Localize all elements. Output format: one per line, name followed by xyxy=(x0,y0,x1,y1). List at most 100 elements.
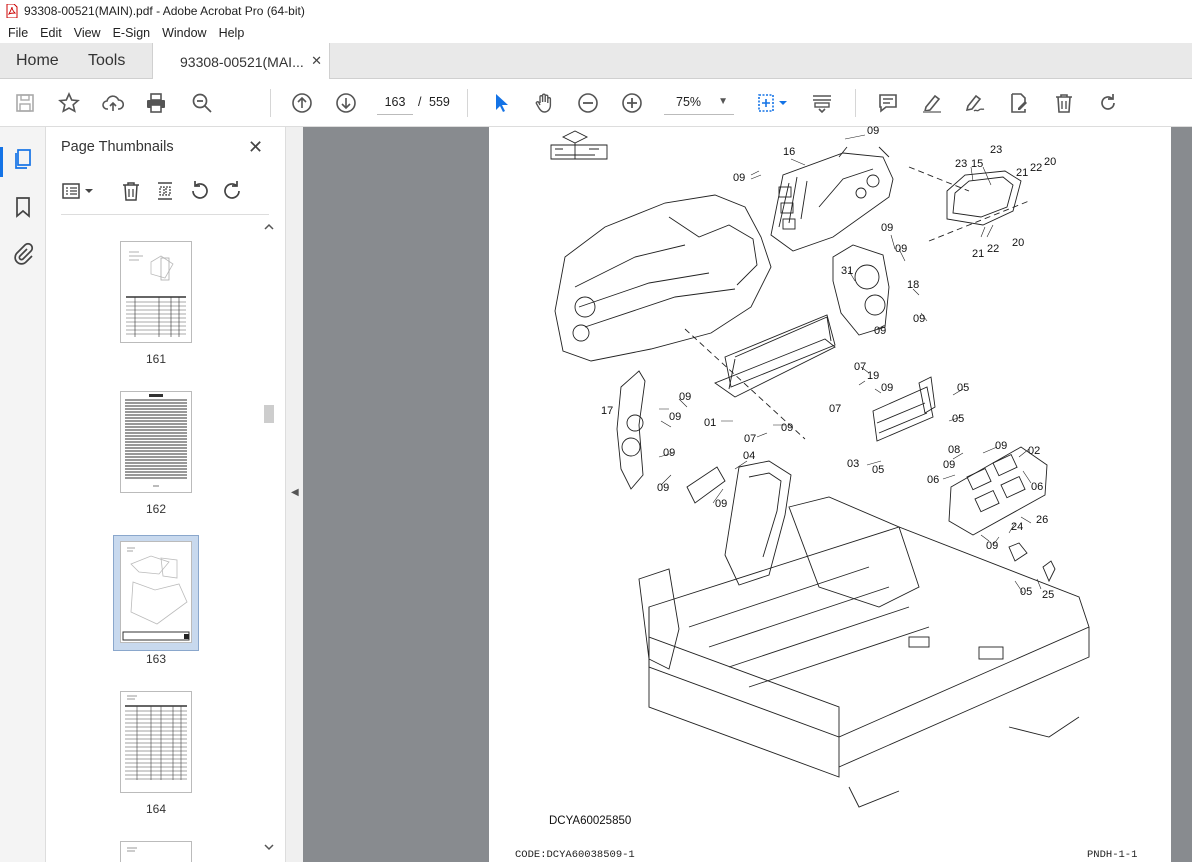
title-bar: 93308-00521(MAIN).pdf - Adobe Acrobat Pr… xyxy=(0,0,1192,22)
page-separator: / xyxy=(418,95,422,109)
panel-title: Page Thumbnails xyxy=(61,139,174,155)
scrollbar-thumb[interactable] xyxy=(264,405,274,423)
rotate-right-icon[interactable] xyxy=(221,179,245,203)
tab-document[interactable]: 93308-00521(MAI... ✕ xyxy=(152,43,330,80)
tab-tools[interactable]: Tools xyxy=(88,43,125,79)
callout-label: 09 xyxy=(995,440,1008,452)
print-icon[interactable] xyxy=(144,91,168,115)
menu-esign[interactable]: E-Sign xyxy=(107,26,157,40)
callout-label: 19 xyxy=(867,370,880,382)
callout-label: 05 xyxy=(957,382,970,394)
callout-label: 23 xyxy=(990,144,1003,156)
zoom-in-icon[interactable] xyxy=(620,91,644,115)
callout-label: 09 xyxy=(657,482,670,494)
hand-tool-icon[interactable] xyxy=(532,91,556,115)
options-menu-icon[interactable] xyxy=(61,179,95,203)
callout-label: 24 xyxy=(1011,521,1024,533)
thumbnails-scrollbar[interactable] xyxy=(262,221,276,857)
callout-label: 09 xyxy=(867,125,880,137)
bookmark-icon[interactable] xyxy=(11,195,35,219)
next-page-icon[interactable] xyxy=(334,91,358,115)
zoom-level-value: 75% xyxy=(676,95,702,109)
fit-page-icon[interactable] xyxy=(756,91,790,115)
window-title: 93308-00521(MAIN).pdf - Adobe Acrobat Pr… xyxy=(24,4,305,18)
drawing-code: DCYA60025850 xyxy=(549,815,632,827)
close-tab-icon[interactable]: ✕ xyxy=(311,53,322,69)
thumbnail-label: 164 xyxy=(145,802,167,816)
page-thumbnail[interactable] xyxy=(120,691,192,793)
thumbnail-preview xyxy=(122,547,190,641)
callout-label: 03 xyxy=(847,458,860,470)
callout-label: 16 xyxy=(783,146,796,158)
callout-label: 05 xyxy=(952,413,965,425)
scroll-up-icon[interactable] xyxy=(263,221,275,233)
page-thumbnail[interactable] xyxy=(120,391,192,493)
zoom-out-icon[interactable] xyxy=(576,91,600,115)
page-footer-number: PNDH-1-1 xyxy=(1087,849,1138,861)
callout-label: 09 xyxy=(986,540,999,552)
delete-page-icon[interactable] xyxy=(119,179,143,203)
callout-label: 02 xyxy=(1028,445,1041,457)
rotate-left-icon[interactable] xyxy=(187,179,211,203)
callout-label: 20 xyxy=(1044,156,1057,168)
page-thumbnail[interactable] xyxy=(120,841,192,862)
save-icon[interactable] xyxy=(13,91,37,115)
edit-pdf-icon[interactable] xyxy=(1007,91,1031,115)
menu-help[interactable]: Help xyxy=(213,26,251,40)
callout-label: 09 xyxy=(715,498,728,510)
attachment-paperclip-icon[interactable] xyxy=(11,241,35,265)
highlight-pen-icon[interactable] xyxy=(920,91,944,115)
callout-label: 25 xyxy=(1042,589,1055,601)
tab-document-label: 93308-00521(MAI... xyxy=(180,53,304,70)
page-thumbnails-icon[interactable] xyxy=(11,147,35,171)
scroll-mode-icon[interactable] xyxy=(810,91,834,115)
active-indicator xyxy=(0,147,3,177)
left-navigation-rail xyxy=(0,127,46,862)
callout-label: 07 xyxy=(744,433,757,445)
thumbnail-preview xyxy=(126,251,186,337)
menu-file[interactable]: File xyxy=(2,26,34,40)
document-viewer[interactable]: 09 16 09 23 15 23 21 22 20 09 09 31 21 2… xyxy=(303,125,1192,862)
panel-collapse-handle[interactable]: ◀ xyxy=(285,127,303,862)
zoom-search-icon[interactable] xyxy=(190,91,214,115)
callout-label: 06 xyxy=(927,474,940,486)
callout-label: 20 xyxy=(1012,237,1025,249)
total-pages: 559 xyxy=(429,95,450,109)
zoom-level-select[interactable]: 75% ▼ xyxy=(664,89,734,115)
menu-view[interactable]: View xyxy=(68,26,107,40)
delete-trash-icon[interactable] xyxy=(1052,91,1076,115)
callout-label: 08 xyxy=(948,444,961,456)
comment-icon[interactable] xyxy=(876,91,900,115)
page-thumbnail[interactable] xyxy=(120,241,192,343)
acrobat-pdf-icon xyxy=(6,4,18,18)
callout-label: 26 xyxy=(1036,514,1049,526)
callout-label: 01 xyxy=(704,417,717,429)
callout-label: 09 xyxy=(679,391,692,403)
callout-label: 09 xyxy=(663,447,676,459)
callout-label: 09 xyxy=(895,243,908,255)
page-footer-code: CODE:DCYA60038509-1 xyxy=(515,849,635,861)
redo-rotate-icon[interactable] xyxy=(1096,91,1120,115)
tab-bar: Home Tools 93308-00521(MAI... ✕ xyxy=(0,43,1192,80)
callout-label: 09 xyxy=(943,459,956,471)
previous-page-icon[interactable] xyxy=(290,91,314,115)
callout-label: 04 xyxy=(743,450,756,462)
tab-home[interactable]: Home xyxy=(16,43,59,79)
callout-label: 05 xyxy=(872,464,885,476)
menu-window[interactable]: Window xyxy=(156,26,212,40)
upload-cloud-icon[interactable] xyxy=(101,91,125,115)
star-icon[interactable] xyxy=(57,91,81,115)
callout-label: 21 xyxy=(972,248,985,260)
callout-label: 06 xyxy=(1031,481,1044,493)
page-thumbnail-selected[interactable] xyxy=(120,541,192,643)
callout-label: 18 xyxy=(907,279,920,291)
scroll-down-icon[interactable] xyxy=(263,841,275,853)
current-page-input[interactable]: 163 xyxy=(377,89,413,115)
sign-pen-icon[interactable] xyxy=(963,91,987,115)
thumbnail-label: 161 xyxy=(145,352,167,366)
extract-pages-icon[interactable] xyxy=(153,179,177,203)
select-cursor-icon[interactable] xyxy=(489,91,513,115)
menu-edit[interactable]: Edit xyxy=(34,26,68,40)
close-panel-icon[interactable]: ✕ xyxy=(248,137,263,158)
page-thumbnails-panel: Page Thumbnails ✕ 161 162 163 164 xyxy=(47,127,285,862)
